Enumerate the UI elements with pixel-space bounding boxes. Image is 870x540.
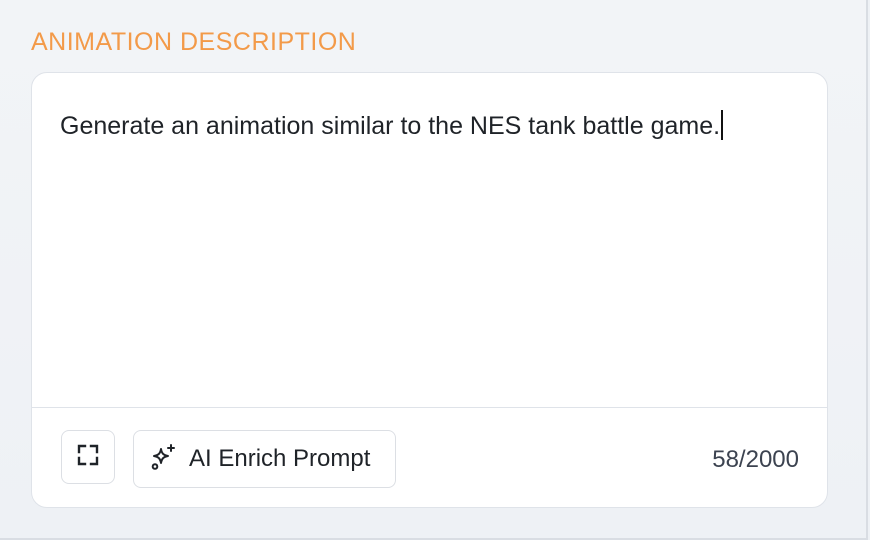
description-textarea[interactable]: Generate an animation similar to the NES… bbox=[60, 103, 800, 149]
character-count: 58/2000 bbox=[712, 446, 799, 473]
ai-enrich-prompt-button[interactable]: AI Enrich Prompt bbox=[133, 430, 396, 488]
ai-enrich-prompt-label: AI Enrich Prompt bbox=[189, 445, 371, 472]
description-text: Generate an animation similar to the NES… bbox=[60, 112, 721, 140]
text-caret bbox=[721, 110, 724, 140]
sparkle-icon bbox=[150, 443, 178, 476]
expand-icon bbox=[77, 444, 99, 471]
section-label: ANIMATION DESCRIPTION bbox=[31, 28, 357, 56]
description-editor[interactable]: Generate an animation similar to the NES… bbox=[31, 72, 828, 508]
expand-button[interactable] bbox=[61, 430, 115, 484]
editor-toolbar: AI Enrich Prompt 58/2000 bbox=[32, 407, 827, 507]
